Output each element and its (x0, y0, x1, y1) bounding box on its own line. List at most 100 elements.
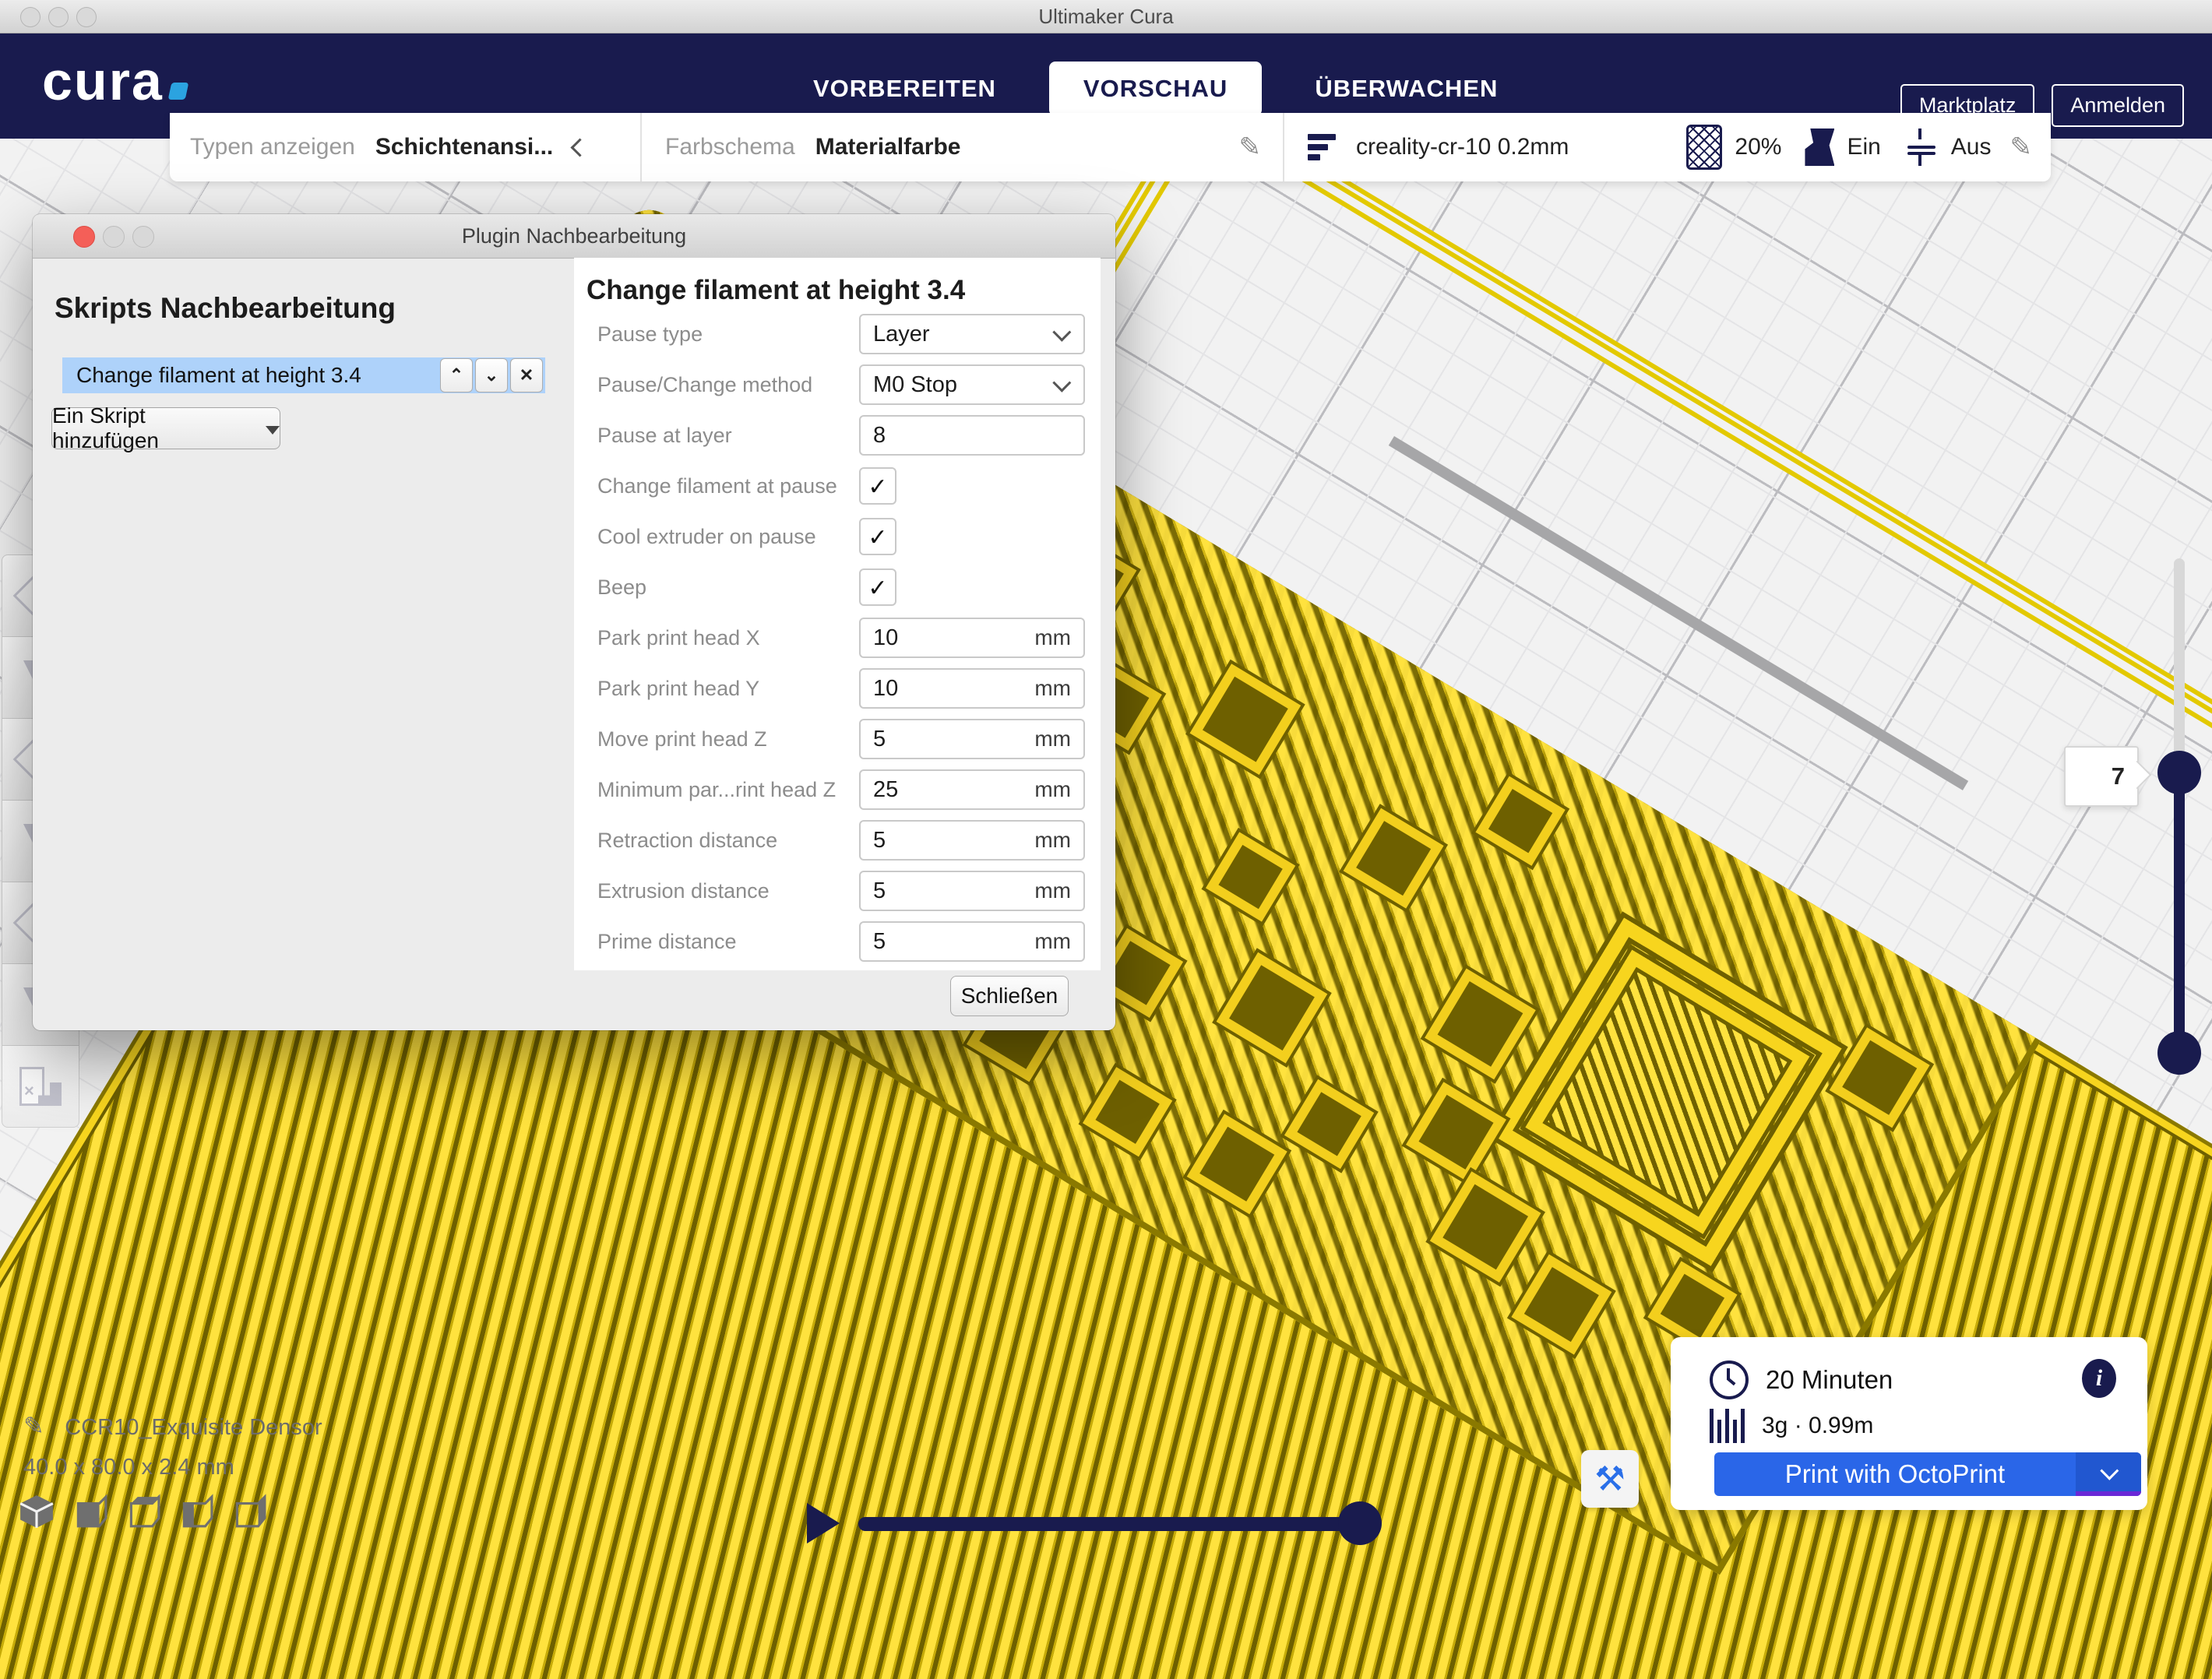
change-filament-at-pause-checkbox[interactable]: ✓ (859, 467, 896, 505)
tab-vorschau[interactable]: VORSCHAU (1049, 62, 1262, 116)
view-top-button[interactable] (125, 1494, 160, 1529)
path-slider-handle[interactable] (1338, 1501, 1382, 1545)
collapse-chevron-icon[interactable] (571, 138, 590, 157)
qr-module (1083, 1067, 1172, 1156)
chevron-down-icon (2100, 1462, 2119, 1480)
view-type-selector[interactable]: Typen anzeigen Schichtenansi... (170, 113, 637, 181)
edit-pencil-icon[interactable]: ✎ (1239, 132, 1262, 163)
view-front-button[interactable] (72, 1494, 107, 1529)
support-value: Ein (1847, 134, 1880, 160)
model-name: CCR10_Exquisite Densor (65, 1415, 322, 1440)
field-label: Park print head X (586, 626, 859, 650)
adhesion-icon (1904, 127, 1939, 167)
color-scheme-selector[interactable]: Farbschema Materialfarbe ✎ (645, 113, 1280, 181)
support-icon (1805, 128, 1834, 166)
move-script-up-button[interactable]: ⌃ (440, 358, 473, 392)
print-with-octoprint-button[interactable]: Print with OctoPrint (1714, 1452, 2141, 1496)
dialog-title: Plugin Nachbearbeitung (33, 214, 1115, 258)
field-label: Park print head Y (586, 677, 859, 701)
field-label: Pause type (586, 322, 859, 347)
qr-module (1284, 1079, 1374, 1169)
pause-type-select[interactable]: Layer (859, 314, 1085, 354)
support-blocker-icon: × (19, 1067, 62, 1106)
cura-logo: cura (42, 50, 187, 112)
move-script-down-button[interactable]: ⌄ (475, 358, 508, 392)
layer-slider-track[interactable] (2174, 558, 2185, 775)
qr-module (1475, 776, 1565, 866)
field-row-pause-change-method: Pause/Change methodM0 Stop (586, 364, 1085, 405)
field-label: Change filament at pause (586, 474, 859, 498)
path-slider-track[interactable] (858, 1517, 1361, 1531)
post-processing-dialog: Plugin Nachbearbeitung Skripts Nachbearb… (33, 214, 1115, 1030)
view-3d-button[interactable] (19, 1494, 55, 1529)
field-row-pause-at-layer: Pause at layer8 (586, 415, 1085, 456)
field-label: Pause at layer (586, 424, 859, 448)
tab-vorbereiten[interactable]: VORBEREITEN (779, 62, 1030, 116)
qr-module (1344, 808, 1444, 909)
toolbar-divider (1283, 113, 1284, 181)
field-label: Move print head Z (586, 727, 859, 752)
field-row-pause-type: Pause typeLayer (586, 314, 1085, 354)
chevron-down-icon (1052, 373, 1071, 392)
scripts-panel: Skripts Nachbearbeitung Change filament … (33, 258, 574, 1030)
model-dimensions: 40.0 x 80.0 x 2.4 mm (23, 1455, 234, 1480)
script-list-item-selected[interactable]: Change filament at height 3.4 ⌃ ⌄ ✕ (62, 357, 545, 393)
play-button[interactable] (807, 1503, 840, 1543)
view-right-icon (231, 1494, 266, 1529)
field-row-extrusion-distance: Extrusion distance5mm (586, 871, 1085, 911)
add-script-label: Ein Skript hinzufügen (52, 403, 258, 453)
view-front-icon (72, 1494, 107, 1529)
edit-settings-pencil-icon[interactable]: ✎ (2010, 132, 2033, 163)
pause-change-method-select[interactable]: M0 Stop (859, 364, 1085, 405)
remove-script-button[interactable]: ✕ (510, 358, 543, 392)
field-label: Retraction distance (586, 829, 859, 853)
rename-pencil-icon[interactable]: ✎ (23, 1412, 44, 1440)
retraction-distance-input[interactable]: 5mm (859, 820, 1085, 861)
chevron-down-icon (1052, 322, 1071, 341)
window-title: Ultimaker Cura (0, 0, 2212, 33)
layer-slider-lower-handle[interactable] (2157, 1031, 2201, 1075)
add-script-dropdown[interactable]: Ein Skript hinzufügen (51, 407, 280, 449)
pause-at-layer-input[interactable]: 8 (859, 415, 1085, 456)
layer-indicator-value: 7 (2112, 762, 2125, 790)
park-print-head-y-input[interactable]: 10mm (859, 668, 1085, 709)
layer-slider-range[interactable] (2174, 773, 2185, 1053)
beep-checkbox[interactable]: ✓ (859, 568, 896, 606)
tools-button[interactable]: ⚒ (1581, 1450, 1639, 1508)
script-name: Change filament at height 3.4 (62, 363, 440, 388)
view-top-icon (125, 1494, 160, 1529)
info-icon[interactable]: i (2082, 1359, 2116, 1398)
support-blocker-tool-button[interactable]: × (2, 1046, 79, 1128)
script-settings-panel: Change filament at height 3.4 Pause type… (574, 258, 1101, 970)
field-label: Beep (586, 576, 859, 600)
view-right-button[interactable] (231, 1494, 266, 1529)
park-print-head-x-input[interactable]: 10mm (859, 618, 1085, 658)
dropdown-triangle-icon (266, 426, 280, 435)
field-row-beep: Beep✓ (586, 567, 1085, 607)
sign-in-button[interactable]: Anmelden (2052, 84, 2184, 127)
field-row-park-print-head-y: Park print head Y10mm (586, 668, 1085, 709)
layer-slider-upper-handle[interactable] (2157, 751, 2201, 794)
close-dialog-button[interactable]: Schließen (950, 976, 1069, 1016)
adhesion-value: Aus (1951, 134, 1992, 160)
layer-indicator-flag: 7 (2064, 746, 2139, 807)
print-options-dropdown[interactable] (2076, 1452, 2141, 1496)
printer-profile: creality-cr-10 0.2mm (1356, 134, 1569, 160)
view-left-button[interactable] (178, 1494, 213, 1529)
field-label: Pause/Change method (586, 373, 859, 397)
prime-distance-input[interactable]: 5mm (859, 921, 1085, 962)
color-scheme-label: Farbschema (665, 134, 795, 160)
print-settings-summary[interactable]: creality-cr-10 0.2mm 20% Ein Aus ✎ (1287, 113, 2051, 181)
move-print-head-z-input[interactable]: 5mm (859, 719, 1085, 759)
cool-extruder-on-pause-checkbox[interactable]: ✓ (859, 518, 896, 555)
print-summary-card: 20 Minuten i 3g · 0.99m Print with OctoP… (1671, 1337, 2147, 1510)
tab-überwachen[interactable]: ÜBERWACHEN (1280, 62, 1532, 116)
dialog-titlebar[interactable]: Plugin Nachbearbeitung (33, 214, 1115, 259)
print-time: 20 Minuten (1766, 1365, 1893, 1395)
minimum-par-rint-head-z-input[interactable]: 25mm (859, 769, 1085, 810)
field-label: Cool extruder on pause (586, 525, 859, 549)
qr-finder-inner (1525, 950, 1809, 1234)
extrusion-distance-input[interactable]: 5mm (859, 871, 1085, 911)
view-3d-icon (19, 1494, 55, 1529)
field-row-cool-extruder-on-pause: Cool extruder on pause✓ (586, 516, 1085, 557)
